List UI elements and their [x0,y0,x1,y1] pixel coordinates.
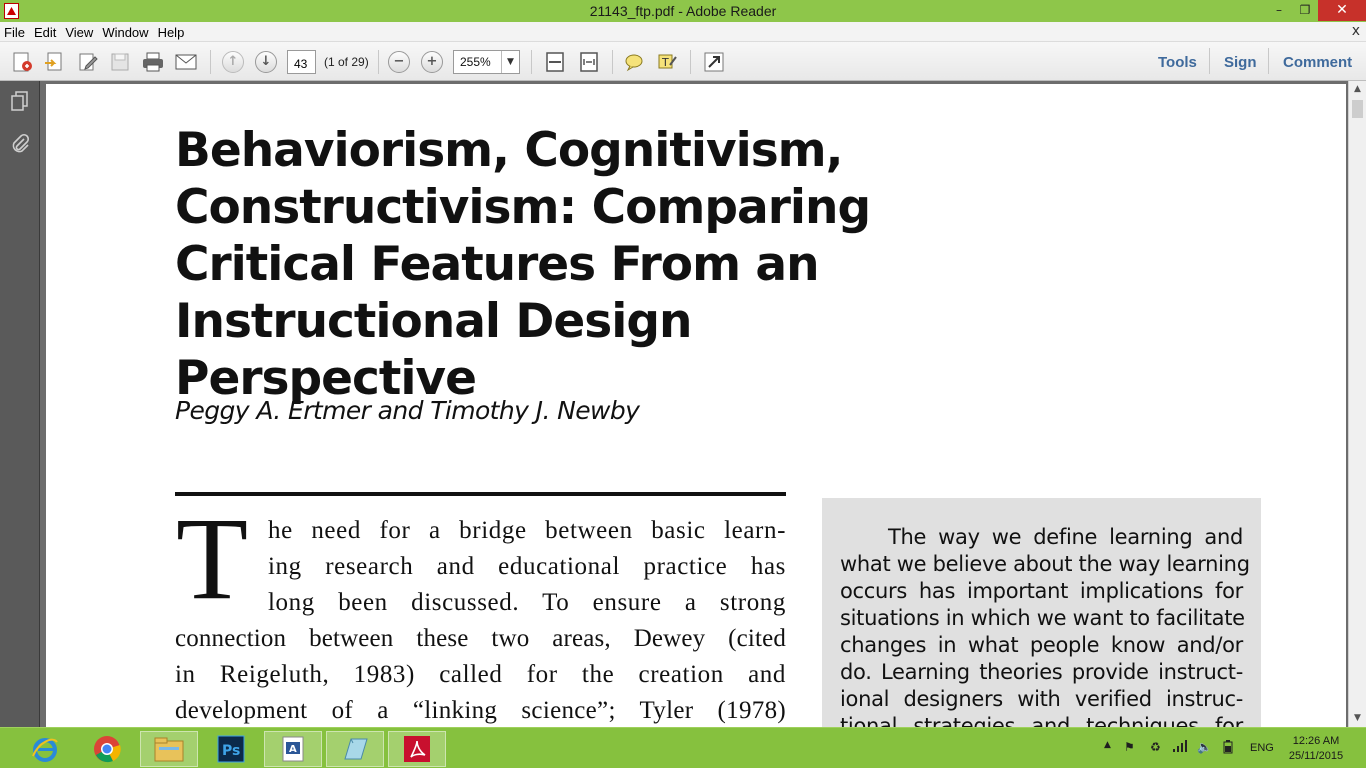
full-screen-icon[interactable] [702,50,726,74]
minimize-button[interactable]: – [1266,0,1292,21]
body-line: development of a “linking science”; Tyle… [175,697,786,724]
battery-icon[interactable] [1221,740,1235,757]
close-button[interactable]: ✕ [1318,0,1366,21]
pull-quote-line: ional designers with verified instruc- [840,687,1243,711]
toolbar-separator [1209,48,1210,74]
toolbar-separator [612,50,613,74]
pull-quote-line: changes in what people know and/or [840,633,1243,657]
word-document-icon[interactable]: A [264,731,322,767]
toolbar-separator [690,50,691,74]
menu-window[interactable]: Window [98,23,153,40]
svg-text:T: T [661,56,669,69]
edit-pdf-icon[interactable] [76,50,100,74]
adobe-reader-taskbar-icon[interactable] [388,731,446,767]
clock-time: 12:26 AM [1292,735,1340,747]
navigation-pane [0,81,40,727]
restore-button[interactable]: ❐ [1292,0,1318,21]
pull-quote-line: tional strategies and techniques for [840,714,1243,727]
highlight-text-icon[interactable]: T [655,50,679,74]
clock-date: 25/11/2015 [1288,750,1344,762]
window-title: 21143_ftp.pdf - Adobe Reader [589,3,777,19]
print-icon[interactable] [141,50,165,74]
pdf-page: Behaviorism, Cognitivism, Constructivism… [46,84,1346,727]
body-line: connection between these two areas, Dewe… [175,625,786,652]
chevron-down-icon[interactable]: ▼ [501,51,519,73]
scroll-thumb[interactable] [1352,100,1363,118]
pull-quote-line: occurs has important implications for [840,579,1243,603]
photoshop-icon[interactable]: Ps [202,731,260,767]
pull-quote-box: The way we define learning and what we b… [822,498,1261,727]
network-signal-icon[interactable] [1172,740,1188,755]
email-icon[interactable] [174,50,198,74]
menu-bar: File Edit View Window Help x [0,22,1366,42]
document-view: Behaviorism, Cognitivism, Constructivism… [40,81,1348,727]
fit-page-icon[interactable] [543,50,567,74]
create-pdf-icon[interactable] [10,50,34,74]
zoom-value: 255% [460,55,491,69]
toolbar-separator [1268,48,1269,74]
zoom-out-button[interactable]: − [388,51,410,73]
action-center-flag-icon[interactable]: ⚑ [1124,740,1135,754]
title-line: Critical Features From an [175,237,820,292]
page-number-input[interactable] [287,50,316,74]
title-line: Instructional Design Perspective [175,294,692,406]
menu-help[interactable]: Help [154,23,190,40]
zoom-select[interactable]: 255% ▼ [453,50,520,74]
drop-cap: T [176,493,249,624]
scroll-up-icon[interactable]: ▲ [1349,81,1366,98]
scroll-down-icon[interactable]: ▼ [1349,710,1366,727]
vertical-scrollbar[interactable]: ▲ ▼ [1348,81,1366,727]
document-authors: Peggy A. Ertmer and Timothy J. Newby [175,396,640,425]
next-page-button[interactable]: ↓ [255,51,277,73]
attachments-icon[interactable] [10,133,30,155]
title-line: Behaviorism, Cognitivism, [175,123,844,178]
pull-quote-line: The way we define learning and [888,525,1243,549]
sign-button[interactable]: Sign [1224,54,1257,71]
save-icon[interactable] [108,50,132,74]
body-line: ing research and educational practice ha… [268,553,786,580]
section-rule [175,492,786,496]
document-title: Behaviorism, Cognitivism, Constructivism… [175,122,995,407]
toolbar-separator [210,50,211,74]
svg-text:Ps: Ps [222,743,240,759]
menu-file[interactable]: File [0,23,30,40]
previous-page-button[interactable]: ↑ [222,51,244,73]
show-hidden-icons-icon[interactable]: ▲ [1104,740,1111,750]
fit-width-icon[interactable] [577,50,601,74]
title-line: Constructivism: Comparing [175,180,871,235]
file-explorer-icon[interactable] [140,731,198,767]
close-document-icon[interactable]: x [1352,23,1360,39]
notes-app-icon[interactable] [326,731,384,767]
internet-explorer-icon[interactable] [16,731,74,767]
toolbar-separator [531,50,532,74]
body-line: in Reigeluth, 1983) called for the creat… [175,661,786,688]
zoom-in-button[interactable]: + [421,51,443,73]
tools-button[interactable]: Tools [1158,54,1197,71]
body-line: he need for a bridge between basic learn… [268,517,786,544]
menu-view[interactable]: View [61,23,98,40]
input-language-indicator[interactable]: ENG [1250,742,1274,754]
sync-icon[interactable]: ♻ [1150,740,1161,754]
open-file-icon[interactable] [42,50,66,74]
clock[interactable]: 12:26 AM 25/11/2015 [1286,734,1346,764]
svg-text:A: A [289,744,297,755]
sticky-note-icon[interactable] [622,50,646,74]
taskbar: Ps A [0,727,1366,768]
chrome-icon[interactable] [78,731,136,767]
menu-edit[interactable]: Edit [30,23,61,40]
volume-icon[interactable]: 🔈 [1197,740,1212,754]
pull-quote-line: situations in which we want to facilitat… [840,606,1245,630]
comment-button[interactable]: Comment [1283,54,1352,71]
body-line: long been discussed. To ensure a strong [268,589,786,616]
pull-quote-line: do. Learning theories provide instruct- [840,660,1243,684]
pull-quote-line: what we believe about the way learning [840,552,1250,576]
title-bar: 21143_ftp.pdf - Adobe Reader – ❐ ✕ [0,0,1366,22]
toolbar-separator [378,50,379,74]
page-count-label: (1 of 29) [324,55,369,69]
page-thumbnails-icon[interactable] [10,91,30,113]
